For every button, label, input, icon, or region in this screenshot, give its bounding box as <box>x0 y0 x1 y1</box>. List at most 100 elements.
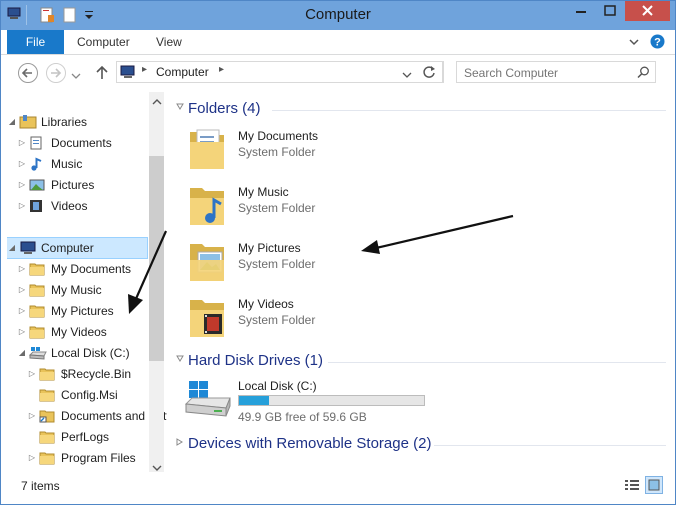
nav-item-documents[interactable]: ▷ Documents <box>7 133 167 153</box>
pictures-icon <box>29 178 45 192</box>
group-collapse-icon[interactable] <box>176 353 184 367</box>
nav-item-documents-and-settings[interactable]: ▷Documents and Settings <box>7 406 167 426</box>
recent-locations-icon[interactable] <box>71 69 81 83</box>
close-button[interactable] <box>625 1 670 21</box>
collapsed-arrow-icon[interactable]: ▷ <box>27 448 37 468</box>
group-expand-icon[interactable] <box>176 436 184 450</box>
ribbon-tabs: File Computer View ? <box>1 30 675 55</box>
folder-type: System Folder <box>238 313 316 327</box>
breadcrumb-computer[interactable]: Computer <box>156 65 209 79</box>
nav-item-label: Libraries <box>41 115 88 129</box>
group-collapse-icon[interactable] <box>176 101 184 115</box>
nav-item-videos[interactable]: ▷ Videos <box>7 196 167 216</box>
expanded-arrow-icon[interactable]: ◢ <box>7 112 17 132</box>
nav-item-my-videos[interactable]: ▷ My Videos <box>7 322 167 342</box>
status-bar: 7 items <box>1 475 675 497</box>
folder-icon <box>29 283 45 297</box>
folder-item-my-videos[interactable]: My Videos System Folder <box>188 292 488 344</box>
nav-item-label: Music <box>51 157 83 171</box>
folder-type: System Folder <box>238 201 316 215</box>
folder-icon <box>39 430 55 444</box>
item-count: 7 items <box>21 479 60 493</box>
search-icon[interactable] <box>637 66 650 82</box>
group-divider <box>272 110 666 111</box>
back-button[interactable] <box>18 63 38 83</box>
nav-item-libraries[interactable]: ◢ Libraries <box>7 112 167 132</box>
nav-item-label: Config.Msi <box>61 388 118 402</box>
folder-link-icon <box>39 409 55 423</box>
folder-icon <box>29 304 45 318</box>
documents-icon <box>29 136 45 150</box>
drive-free-space: 49.9 GB free of 59.6 GB <box>238 410 367 424</box>
breadcrumb-separator-icon[interactable]: ▸ <box>142 64 147 75</box>
forward-button[interactable] <box>46 63 66 83</box>
group-header-removable-storage[interactable]: Devices with Removable Storage (2) <box>188 435 431 452</box>
group-header-hard-disk-drives[interactable]: Hard Disk Drives (1) <box>188 352 323 369</box>
maximize-button[interactable] <box>596 1 624 22</box>
collapsed-arrow-icon[interactable]: ▷ <box>17 322 27 342</box>
collapsed-arrow-icon[interactable]: ▷ <box>17 175 27 195</box>
folder-name: My Pictures <box>238 241 301 255</box>
breadcrumb-separator-icon[interactable]: ▸ <box>219 64 224 75</box>
expanded-arrow-icon[interactable]: ◢ <box>17 343 27 363</box>
tab-view[interactable]: View <box>156 30 182 54</box>
videos-icon <box>29 199 45 213</box>
group-header-folders[interactable]: Folders (4) <box>188 100 261 117</box>
up-icon[interactable] <box>95 65 109 84</box>
documents-folder-icon <box>188 126 228 175</box>
music-folder-icon <box>188 182 228 231</box>
collapsed-arrow-icon[interactable]: ▷ <box>27 406 37 426</box>
explorer-window: Computer File Computer View ? ▸ Computer… <box>0 0 676 505</box>
collapsed-arrow-icon[interactable]: ▷ <box>17 133 27 153</box>
folder-icon <box>39 367 55 381</box>
nav-item-label: My Documents <box>51 262 132 276</box>
search-input[interactable] <box>462 64 631 82</box>
expanded-arrow-icon[interactable]: ◢ <box>7 238 17 258</box>
collapsed-arrow-icon[interactable]: ▷ <box>17 301 27 321</box>
folder-name: My Documents <box>238 129 319 143</box>
nav-item-label: My Videos <box>51 325 107 339</box>
scroll-up-icon[interactable] <box>152 95 162 109</box>
drive-usage-fill <box>239 396 269 405</box>
search-box[interactable] <box>456 61 656 83</box>
large-icons-view-icon[interactable] <box>645 476 663 494</box>
expand-ribbon-icon[interactable] <box>628 36 640 51</box>
disk-drive-icon <box>184 380 232 423</box>
nav-item-label: $Recycle.Bin <box>61 367 132 381</box>
nav-item-label: My Music <box>51 283 102 297</box>
collapsed-arrow-icon[interactable]: ▷ <box>17 154 27 174</box>
drive-item-local-disk[interactable]: Local Disk (C:) 49.9 GB free of 59.6 GB <box>184 376 488 424</box>
folder-name: My Videos <box>238 297 294 311</box>
folder-item-my-documents[interactable]: My Documents System Folder <box>188 124 488 176</box>
collapsed-arrow-icon[interactable]: ▷ <box>17 259 27 279</box>
group-divider <box>434 445 666 446</box>
folder-name: My Music <box>238 185 289 199</box>
pictures-folder-icon <box>188 238 228 287</box>
nav-item-label: Pictures <box>51 178 95 192</box>
nav-item-local-disk-c[interactable]: ◢ Local Disk (C:) <box>7 343 167 363</box>
address-dropdown-icon[interactable] <box>402 68 412 82</box>
nav-item-perflogs[interactable]: PerfLogs <box>7 427 167 447</box>
collapsed-arrow-icon[interactable]: ▷ <box>27 364 37 384</box>
nav-item-music[interactable]: ▷ Music <box>7 154 167 174</box>
nav-item-program-files[interactable]: ▷ Program Files <box>7 448 167 468</box>
details-view-icon[interactable] <box>624 478 640 495</box>
nav-item-pictures[interactable]: ▷ Pictures <box>7 175 167 195</box>
annotation-arrow-right <box>361 214 514 254</box>
minimize-button[interactable] <box>567 1 595 22</box>
nav-item-label: Videos <box>51 199 88 213</box>
folder-icon <box>29 325 45 339</box>
nav-item-recycle-bin[interactable]: ▷ $Recycle.Bin <box>7 364 167 384</box>
annotation-arrow-left <box>128 230 168 314</box>
address-bar[interactable]: ▸ Computer ▸ <box>116 61 443 83</box>
folder-icon <box>39 388 55 402</box>
refresh-icon[interactable] <box>421 64 437 83</box>
nav-item-label: Documents <box>51 136 112 150</box>
collapsed-arrow-icon[interactable]: ▷ <box>17 196 27 216</box>
tab-computer[interactable]: Computer <box>77 30 130 54</box>
help-icon[interactable]: ? <box>650 34 665 52</box>
tab-file[interactable]: File <box>7 30 64 54</box>
collapsed-arrow-icon[interactable]: ▷ <box>17 280 27 300</box>
nav-item-config-msi[interactable]: Config.Msi <box>7 385 167 405</box>
scroll-down-icon[interactable] <box>152 461 162 475</box>
